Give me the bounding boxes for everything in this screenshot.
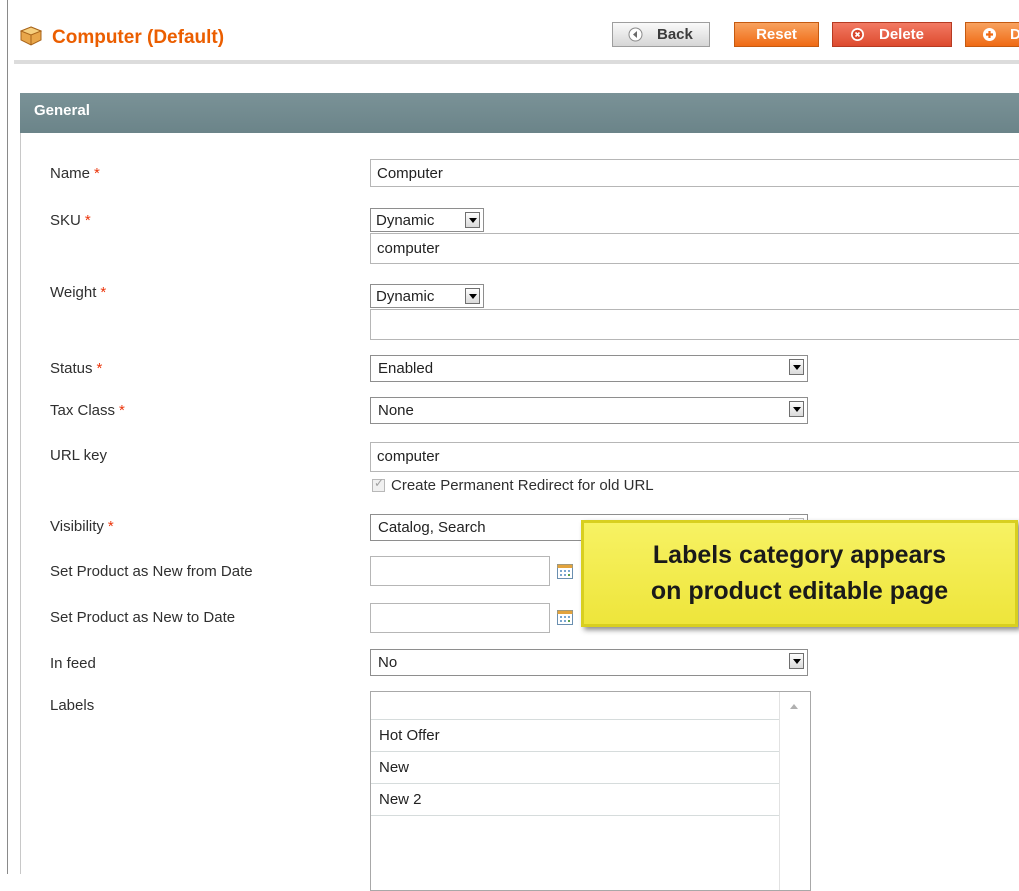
page-title: Computer (Default) (52, 27, 225, 48)
chevron-down-icon (789, 359, 804, 375)
delete-button-label: Delete (879, 26, 925, 43)
status-select[interactable]: Enabled (370, 355, 808, 382)
name-input[interactable]: Computer (370, 159, 1019, 187)
sku-input[interactable]: computer (370, 233, 1019, 264)
back-button-label: Back (657, 26, 693, 43)
calendar-icon[interactable] (557, 564, 573, 579)
sku-type-select[interactable]: Dynamic (370, 208, 484, 232)
weight-label: Weight * (50, 284, 107, 301)
duplicate-button-label: D (1010, 26, 1019, 43)
callout-line-1: Labels category appears (652, 541, 947, 569)
delete-button[interactable]: Delete (832, 22, 952, 47)
back-button[interactable]: Back (612, 22, 710, 47)
labels-option-new[interactable]: New (371, 752, 780, 784)
tax-class-select[interactable]: None (370, 397, 808, 424)
section-header-general: General (20, 93, 1019, 133)
duplicate-button[interactable]: D (965, 22, 1019, 47)
back-arrow-icon (628, 27, 643, 42)
chevron-down-icon (465, 212, 480, 228)
labels-scrollbar[interactable] (779, 692, 810, 890)
sku-label: SKU * (50, 212, 91, 229)
header-divider (14, 60, 1019, 64)
new-from-date-input[interactable] (370, 556, 550, 586)
weight-type-value: Dynamic (376, 288, 435, 305)
labels-option-new-2[interactable]: New 2 (371, 784, 780, 816)
callout-note: Labels category appears on product edita… (581, 520, 1018, 627)
callout-line-2: on product editable page (650, 577, 949, 605)
labels-option[interactable] (371, 692, 780, 720)
scroll-up-arrow-icon[interactable] (790, 704, 798, 709)
status-label: Status * (50, 360, 103, 377)
visibility-label: Visibility * (50, 518, 114, 535)
new-from-date-label: Set Product as New from Date (50, 563, 253, 580)
chevron-down-icon (789, 401, 804, 417)
window-frame-edge (7, 0, 8, 874)
tax-class-label: Tax Class * (50, 402, 125, 419)
chevron-down-icon (465, 288, 480, 304)
tax-class-value: None (378, 402, 414, 419)
sku-type-value: Dynamic (376, 212, 435, 229)
visibility-value: Catalog, Search (378, 519, 486, 536)
status-value: Enabled (378, 360, 434, 377)
url-key-input[interactable]: computer (370, 442, 1019, 472)
chevron-down-icon (789, 653, 804, 669)
product-box-icon (20, 26, 42, 46)
weight-input[interactable] (370, 309, 1019, 340)
labels-label: Labels (50, 697, 95, 714)
new-to-date-input[interactable] (370, 603, 550, 633)
in-feed-select[interactable]: No (370, 649, 808, 676)
labels-option-hot-offer[interactable]: Hot Offer (371, 720, 780, 752)
permanent-redirect-label: Create Permanent Redirect for old URL (391, 477, 654, 494)
calendar-icon[interactable] (557, 610, 573, 625)
new-to-date-label: Set Product as New to Date (50, 609, 236, 626)
reset-button[interactable]: Reset (734, 22, 819, 47)
url-key-label: URL key (50, 447, 107, 464)
labels-multiselect[interactable]: Hot Offer New New 2 (370, 691, 811, 891)
permanent-redirect-option: Create Permanent Redirect for old URL (372, 476, 654, 494)
permanent-redirect-checkbox[interactable] (372, 476, 385, 492)
plus-icon (983, 28, 996, 41)
name-label: Name * (50, 165, 100, 182)
in-feed-value: No (378, 654, 398, 671)
weight-type-select[interactable]: Dynamic (370, 284, 484, 308)
reset-button-label: Reset (756, 26, 797, 43)
in-feed-label: In feed (50, 655, 96, 672)
delete-x-icon (851, 28, 864, 41)
